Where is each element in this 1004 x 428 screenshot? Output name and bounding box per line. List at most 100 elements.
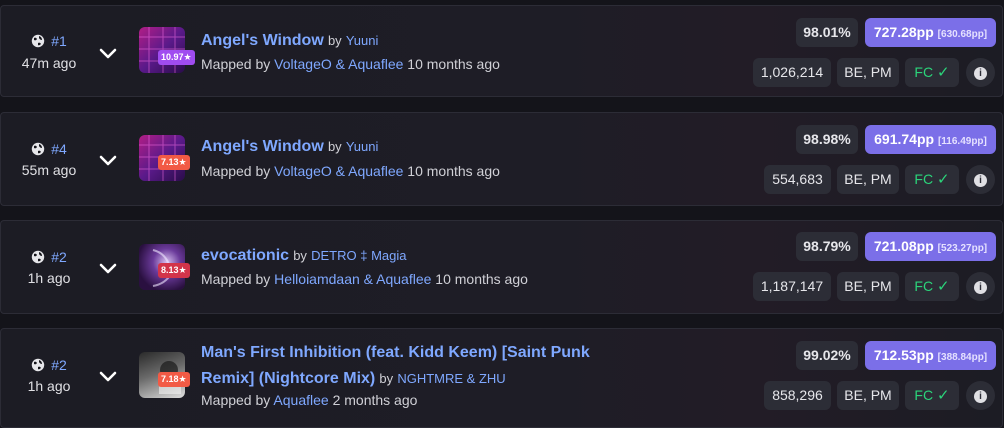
pp-raw-value: [630.68pp]: [937, 29, 988, 40]
beatmap-title-line-2: Remix] (Nightcore Mix) by NGHTMRE & ZHU: [201, 369, 506, 389]
pp-value: 712.53pp: [873, 347, 934, 363]
pp-raw-value: [116.49pp]: [937, 136, 987, 147]
beatmap-title-line: Angel's Window by Yuuni: [201, 31, 378, 51]
beatmap-title-cont[interactable]: Remix] (Nightcore Mix): [201, 370, 375, 387]
mapped-by-label: Mapped by: [201, 56, 271, 72]
beatmap-title-line: Angel's Window by Yuuni: [201, 137, 378, 157]
star-rating-badge: 7.18★: [158, 372, 190, 387]
beatmap-artist[interactable]: DETRO ‡ Magia: [311, 248, 406, 263]
full-combo-pill: FC ✓: [905, 272, 959, 301]
pp-pill: 712.53pp [388.84pp]: [865, 341, 996, 370]
full-combo-pill: FC ✓: [905, 381, 959, 410]
globe-icon: [32, 142, 45, 156]
star-rating-badge: 10.97★: [158, 50, 195, 65]
global-rank[interactable]: #1: [1, 33, 97, 49]
mapped-ago: 10 months ago: [407, 56, 500, 72]
score-row[interactable]: #2 1h ago 8.13★ evocationic by DETRO ‡ M…: [0, 220, 1003, 314]
mods-pill: BE, PM: [837, 58, 899, 87]
rank-number: #2: [51, 249, 67, 265]
info-button[interactable]: i: [966, 272, 995, 301]
globe-icon: [32, 34, 45, 48]
mods-pill: BE, PM: [837, 272, 899, 301]
score-pill: 858,296: [764, 381, 831, 410]
chevron-down-icon[interactable]: [97, 42, 119, 64]
score-row[interactable]: #4 55m ago 7.13★ Angel's Window by Yuuni…: [0, 112, 1003, 206]
accuracy-pill: 99.02%: [796, 341, 858, 370]
global-rank[interactable]: #4: [1, 141, 97, 157]
info-icon: i: [974, 389, 987, 403]
score-row[interactable]: #1 47m ago 10.97★ Angel's Window by Yuun…: [0, 5, 1003, 97]
info-button[interactable]: i: [966, 165, 995, 194]
global-rank[interactable]: #2: [1, 357, 97, 373]
mapper-link[interactable]: Helloiamdaan & Aquaflee: [274, 271, 431, 287]
mapped-by-label: Mapped by: [201, 163, 271, 179]
mapper-link[interactable]: Aquaflee: [273, 392, 328, 408]
mapped-ago: 10 months ago: [435, 271, 528, 287]
by-label: by: [327, 139, 342, 154]
score-pill: 554,683: [764, 165, 831, 194]
time-ago: 1h ago: [27, 378, 71, 394]
accuracy-pill: 98.01%: [796, 18, 858, 47]
check-icon: ✓: [936, 278, 950, 295]
pp-pill: 691.74pp [116.49pp]: [865, 125, 996, 154]
accuracy-pill: 98.79%: [796, 232, 858, 261]
accuracy-pill: 98.98%: [796, 125, 858, 154]
mods-pill: BE, PM: [837, 381, 899, 410]
info-icon: i: [974, 280, 987, 294]
global-rank[interactable]: #2: [1, 249, 97, 265]
pp-pill: 721.08pp [523.27pp]: [865, 232, 996, 261]
mapped-by-line: Mapped by Helloiamdaan & Aquaflee 10 mon…: [201, 271, 528, 287]
mapped-by-line: Mapped by Aquaflee 2 months ago: [201, 392, 417, 408]
check-icon: ✓: [936, 387, 950, 404]
info-icon: i: [974, 173, 987, 187]
full-combo-pill: FC ✓: [905, 165, 959, 194]
score-pill: 1,187,147: [753, 272, 831, 301]
pp-raw-value: [523.27pp]: [937, 243, 988, 254]
chevron-down-icon[interactable]: [97, 365, 119, 387]
by-label: by: [293, 248, 307, 263]
chevron-down-icon[interactable]: [97, 257, 119, 279]
fc-label: FC: [914, 278, 934, 294]
beatmap-title-line: evocationic by DETRO ‡ Magia: [201, 246, 406, 266]
fc-label: FC: [914, 171, 934, 187]
globe-icon: [32, 358, 45, 372]
score-row[interactable]: #2 1h ago 7.18★ Man's First Inhibition (…: [0, 328, 1003, 428]
pp-value: 691.74pp: [874, 131, 935, 147]
pp-value: 727.28pp: [873, 24, 934, 40]
mapped-ago: 2 months ago: [332, 392, 418, 408]
beatmap-title[interactable]: Man's First Inhibition (feat. Kidd Keem)…: [201, 344, 590, 361]
info-icon: i: [974, 66, 987, 80]
rank-number: #2: [51, 357, 67, 373]
info-button[interactable]: i: [966, 58, 995, 87]
mapped-ago: 10 months ago: [407, 163, 500, 179]
pp-pill: 727.28pp [630.68pp]: [865, 18, 996, 47]
mapped-by-label: Mapped by: [201, 392, 271, 408]
by-label: by: [327, 33, 342, 48]
star-rating-badge: 8.13★: [158, 263, 190, 278]
check-icon: ✓: [936, 171, 950, 188]
rank-number: #4: [51, 141, 67, 157]
check-icon: ✓: [936, 64, 950, 81]
fc-label: FC: [914, 64, 934, 80]
chevron-down-icon[interactable]: [97, 149, 119, 171]
beatmap-title-line: Man's First Inhibition (feat. Kidd Keem)…: [201, 343, 590, 363]
full-combo-pill: FC ✓: [905, 58, 959, 87]
pp-raw-value: [388.84pp]: [937, 352, 988, 363]
score-list: #1 47m ago 10.97★ Angel's Window by Yuun…: [0, 0, 1004, 428]
rank-number: #1: [51, 33, 67, 49]
pp-value: 721.08pp: [873, 238, 934, 254]
beatmap-title[interactable]: evocationic: [201, 247, 289, 264]
mapper-link[interactable]: VoltageO & Aquaflee: [274, 163, 403, 179]
info-button[interactable]: i: [966, 381, 995, 410]
beatmap-artist[interactable]: Yuuni: [346, 33, 379, 48]
score-pill: 1,026,214: [753, 58, 831, 87]
by-label: by: [379, 371, 394, 386]
beatmap-artist[interactable]: NGHTMRE & ZHU: [397, 371, 505, 386]
beatmap-title[interactable]: Angel's Window: [201, 32, 324, 49]
mapped-by-label: Mapped by: [201, 271, 271, 287]
globe-icon: [32, 250, 45, 264]
mapper-link[interactable]: VoltageO & Aquaflee: [274, 56, 403, 72]
time-ago: 55m ago: [21, 162, 77, 178]
beatmap-artist[interactable]: Yuuni: [346, 139, 379, 154]
beatmap-title[interactable]: Angel's Window: [201, 138, 324, 155]
